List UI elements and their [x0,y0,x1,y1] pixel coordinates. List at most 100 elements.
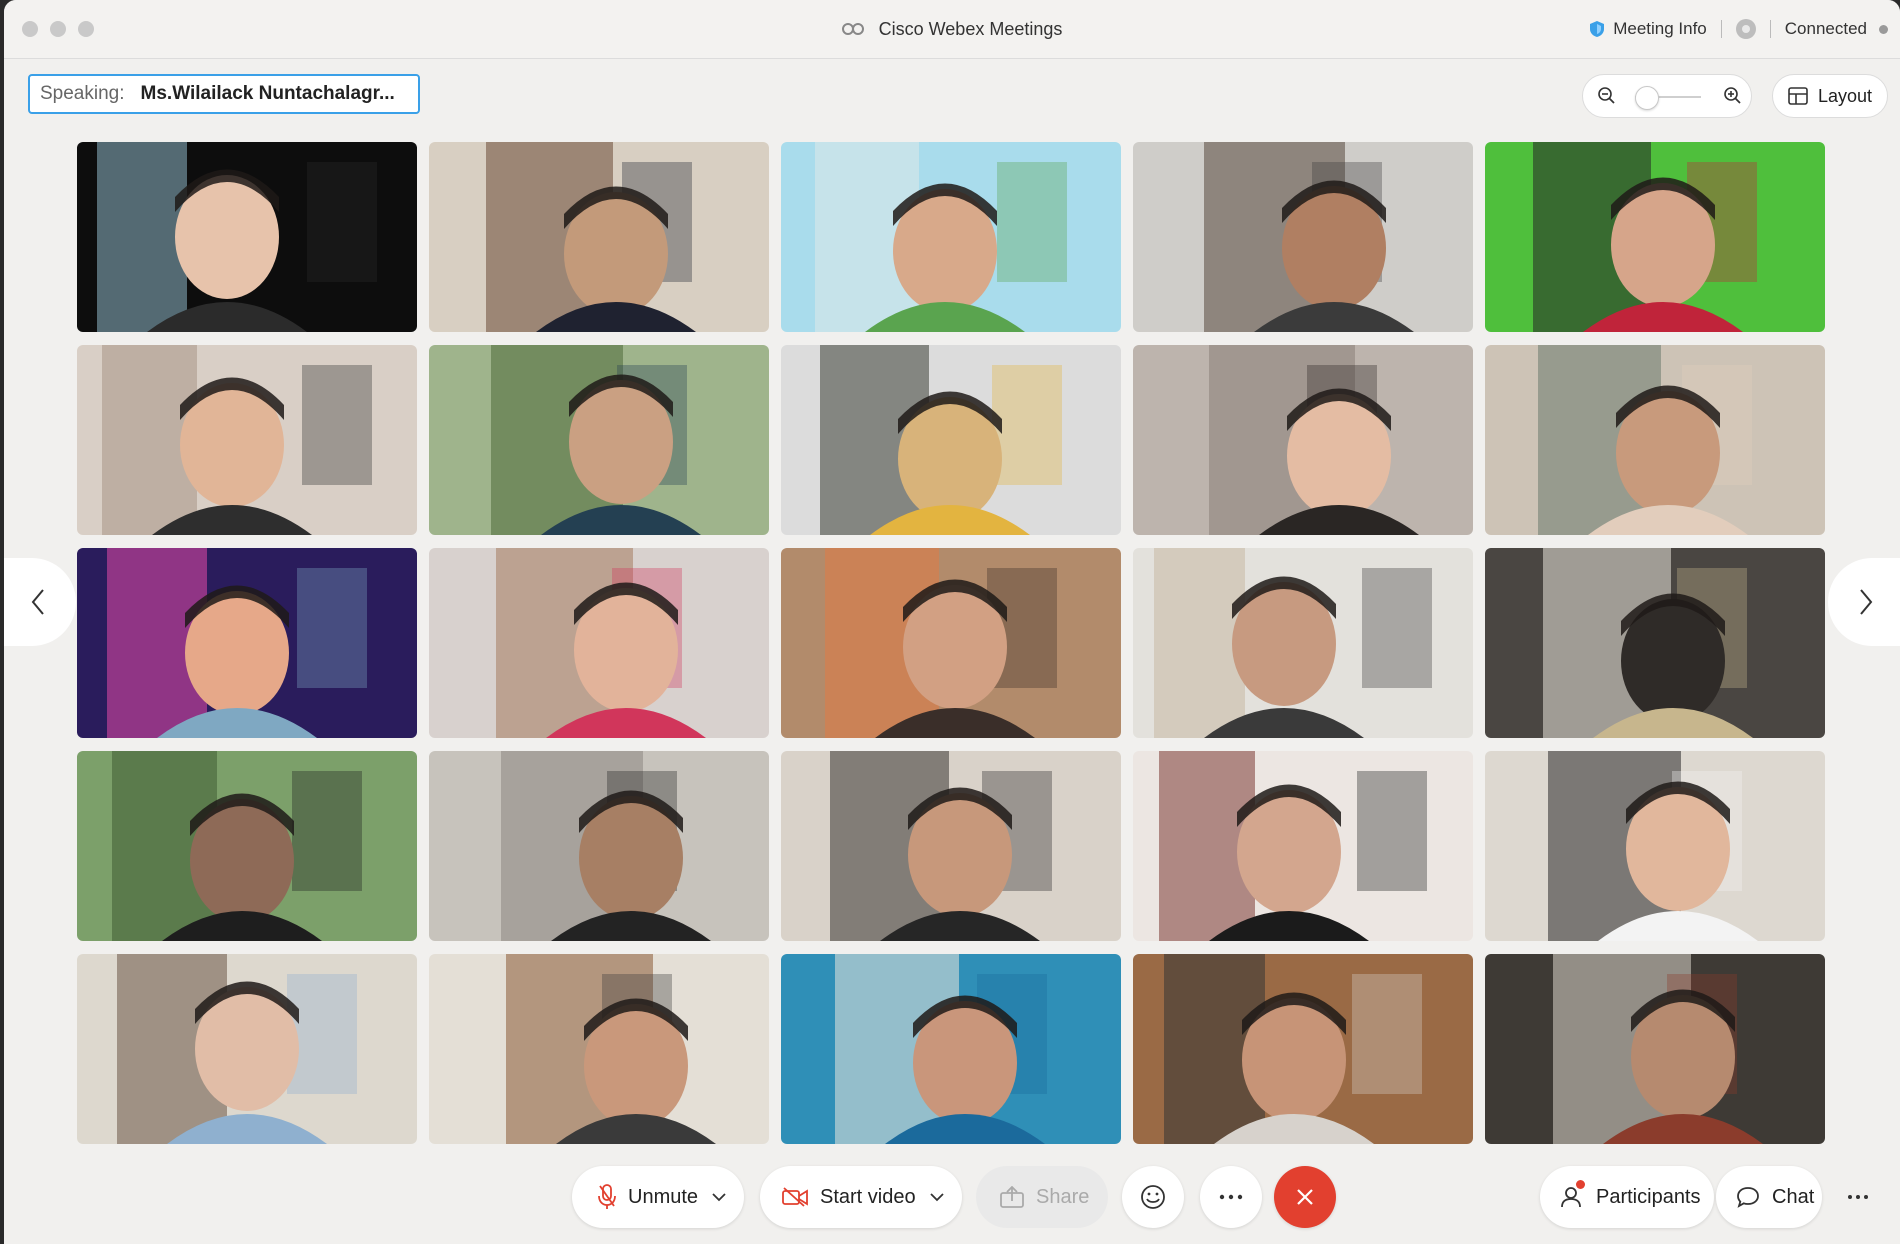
speaker-name: Ms.Wilailack Nuntachalagr... [140,83,395,104]
share-icon [1000,1186,1024,1208]
participants-button[interactable]: Participants [1540,1166,1714,1228]
participant-video-tile[interactable] [1133,548,1473,738]
participant-video-feed [1485,548,1825,738]
participant-video-tile[interactable] [1485,751,1825,941]
next-page-button[interactable] [1828,558,1900,646]
participant-video-tile[interactable] [77,345,417,535]
participant-video-feed [1133,548,1473,738]
emoji-icon [1141,1185,1165,1209]
participant-video-feed [77,751,417,941]
chevron-right-icon [1860,589,1873,615]
participant-video-feed [781,751,1121,941]
participant-video-feed [781,548,1121,738]
participants-label: Participants [1596,1185,1701,1208]
close-icon [1297,1189,1313,1205]
participant-video-tile[interactable] [429,751,769,941]
participant-video-tile[interactable] [1485,142,1825,332]
participant-video-tile[interactable] [429,345,769,535]
participant-video-feed [1485,954,1825,1144]
participant-video-feed [77,345,417,535]
participant-video-tile[interactable] [1133,954,1473,1144]
chat-button[interactable]: Chat [1716,1166,1822,1228]
reactions-button[interactable] [1122,1166,1184,1228]
connection-status: Connected [1784,19,1867,38]
chat-icon [1737,1187,1759,1208]
connection-status-dot [1879,24,1888,34]
share-button[interactable]: Share [976,1166,1108,1228]
participant-video-feed [1133,345,1473,535]
participant-video-feed [429,751,769,941]
participant-video-tile[interactable] [781,142,1121,332]
participant-video-feed [781,954,1121,1144]
layout-button[interactable]: Layout [1772,74,1888,118]
panel-options-button[interactable] [1830,1166,1886,1228]
active-speaker-indicator: Speaking: Ms.Wilailack Nuntachalagr... [28,74,420,114]
title-bar-right: Meeting Info Connected [1589,0,1900,58]
participant-video-feed [1133,142,1473,332]
participant-video-tile[interactable] [77,548,417,738]
start-video-label: Start video [820,1185,916,1208]
unmute-button[interactable]: Unmute [572,1166,744,1228]
end-meeting-button[interactable] [1274,1166,1336,1228]
window-title: Cisco Webex Meetings [878,19,1063,39]
participant-video-feed [781,345,1121,535]
unmute-label: Unmute [628,1185,699,1208]
chevron-left-icon [31,589,44,615]
participant-video-tile[interactable] [781,751,1121,941]
video-off-icon [782,1187,808,1207]
share-label: Share [1036,1185,1090,1208]
participant-video-feed [429,142,769,332]
mic-muted-icon [598,1184,616,1209]
participant-video-feed [1485,751,1825,941]
participant-video-tile[interactable] [429,954,769,1144]
title-bar: Cisco Webex Meetings Meeting Info Connec… [4,0,1900,59]
participant-video-feed [77,954,417,1144]
layout-label: Layout [1817,85,1873,106]
participant-video-tile[interactable] [429,548,769,738]
notification-badge [1576,1180,1585,1189]
more-options-button[interactable] [1200,1166,1262,1228]
layout-grid-icon [1788,87,1808,105]
more-icon [1219,1194,1243,1200]
chat-label: Chat [1772,1185,1815,1208]
participant-video-feed [429,345,769,535]
participant-video-feed [1133,751,1473,941]
chevron-down-icon[interactable] [929,1192,944,1202]
participant-video-tile[interactable] [1133,751,1473,941]
start-video-button[interactable]: Start video [760,1166,962,1228]
participant-video-tile[interactable] [1485,548,1825,738]
participant-video-feed [429,548,769,738]
participant-video-feed [1133,954,1473,1144]
speaking-label: Speaking: [40,83,125,104]
participant-video-tile[interactable] [1485,954,1825,1144]
video-zoom-control [1582,74,1752,118]
participant-video-feed [429,954,769,1144]
separator [1769,20,1771,38]
chevron-down-icon[interactable] [712,1192,726,1202]
webex-logo-icon [841,23,864,35]
recording-icon[interactable] [1735,19,1756,39]
participant-video-feed [1485,345,1825,535]
participant-video-tile[interactable] [429,142,769,332]
zoom-in-icon[interactable] [1723,86,1743,106]
meeting-info-link[interactable]: Meeting Info [1613,19,1707,39]
zoom-slider-handle[interactable] [1635,86,1659,110]
participant-video-tile[interactable] [781,954,1121,1144]
zoom-out-icon[interactable] [1597,86,1617,106]
participant-video-tile[interactable] [1485,345,1825,535]
participant-video-tile[interactable] [781,345,1121,535]
participant-video-tile[interactable] [77,751,417,941]
shield-icon [1590,21,1605,37]
separator [1720,20,1722,38]
participant-video-tile[interactable] [1133,142,1473,332]
participant-video-tile[interactable] [1133,345,1473,535]
participant-video-tile[interactable] [77,142,417,332]
more-icon [1848,1195,1868,1199]
participant-video-tile[interactable] [77,954,417,1144]
participant-video-feed [77,548,417,738]
participant-video-feed [77,142,417,332]
participant-video-tile[interactable] [781,548,1121,738]
participant-video-feed [781,142,1121,332]
webex-window: Cisco Webex Meetings Meeting Info Connec… [4,0,1900,1244]
previous-page-button[interactable] [4,558,76,646]
